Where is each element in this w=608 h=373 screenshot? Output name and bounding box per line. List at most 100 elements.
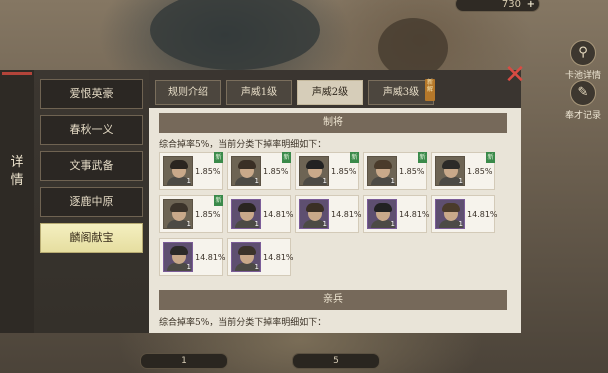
- nav-item-chunqiu[interactable]: 春秋一义: [40, 115, 143, 145]
- general-level: 1: [186, 177, 191, 185]
- portrait-hair: [238, 246, 256, 255]
- general-portrait: 1: [299, 156, 329, 186]
- tab-rules[interactable]: 规则介绍: [155, 80, 221, 105]
- magnifier-icon: ⚲: [570, 40, 596, 66]
- drop-rate-value: 1.85%: [195, 167, 221, 176]
- portrait-hair: [170, 203, 188, 212]
- drop-rate-value: 14.81%: [331, 210, 362, 219]
- portrait-hair: [306, 203, 324, 212]
- drop-rate-value: 14.81%: [467, 210, 498, 219]
- general-card[interactable]: 1 14.81%: [431, 195, 498, 233]
- general-card[interactable]: 1 1.85% 新: [363, 152, 427, 190]
- general-portrait: 1: [367, 156, 397, 186]
- general-portrait: 1: [367, 199, 397, 229]
- tab-level-3-label: 声威3级: [382, 87, 420, 98]
- section-desc-zhijiang: 综合掉率5%，当前分类下掉率明细如下：: [159, 140, 327, 150]
- general-level: 1: [458, 220, 463, 228]
- general-card[interactable]: 1 1.85% 新: [159, 152, 223, 190]
- general-portrait: 1: [163, 199, 193, 229]
- general-card[interactable]: 1 14.81%: [363, 195, 430, 233]
- scene-figure-warrior: [378, 18, 448, 78]
- nav-item-zhulu[interactable]: 逐鹿中原: [40, 187, 143, 217]
- general-card[interactable]: 1 1.85% 新: [295, 152, 359, 190]
- general-level: 1: [254, 263, 259, 271]
- new-badge: 新: [282, 152, 291, 163]
- details-side-tab-label: 详情: [10, 155, 24, 188]
- bottom-counter-2: 5: [292, 353, 380, 369]
- drop-rate-value: 14.81%: [263, 210, 294, 219]
- new-unlock-badge: 新解: [425, 79, 435, 101]
- level-tabs: 规则介绍 声威1级 声威2级 声威3级 新解: [149, 70, 521, 108]
- general-card[interactable]: 1 1.85% 新: [431, 152, 495, 190]
- drop-rate-content: 规则介绍 声威1级 声威2级 声威3级 新解 制将 综合掉率5%，当前分类下掉率…: [149, 70, 521, 333]
- drop-rate-value: 1.85%: [399, 167, 425, 176]
- general-portrait: 1: [231, 156, 261, 186]
- new-badge: 新: [486, 152, 495, 163]
- portrait-hair: [170, 160, 188, 169]
- general-level: 1: [186, 220, 191, 228]
- portrait-hair: [374, 160, 392, 169]
- general-level: 1: [322, 177, 327, 185]
- nav-item-aihen[interactable]: 爱恨英豪: [40, 79, 143, 109]
- recruit-record-label: 奉才记录: [564, 111, 601, 121]
- portrait-hair: [442, 203, 460, 212]
- resource-counter[interactable]: 730 +: [455, 0, 540, 12]
- category-nav: 爱恨英豪 春秋一义 文事武备 逐鹿中原 麟阁献宝: [34, 70, 150, 333]
- drop-rate-value: 1.85%: [331, 167, 357, 176]
- resource-value: 730: [501, 0, 521, 10]
- general-level: 1: [322, 220, 327, 228]
- section-title-qinbing: 亲兵: [159, 290, 507, 310]
- portrait-hair: [306, 160, 324, 169]
- general-portrait: 1: [435, 156, 465, 186]
- general-level: 1: [186, 263, 191, 271]
- add-resource-icon[interactable]: +: [527, 0, 535, 13]
- drop-rate-value: 14.81%: [195, 253, 226, 262]
- drop-rate-value: 1.85%: [263, 167, 289, 176]
- portrait-hair: [442, 160, 460, 169]
- tab-level-3[interactable]: 声威3级 新解: [368, 79, 435, 105]
- general-card[interactable]: 1 1.85% 新: [227, 152, 291, 190]
- drop-rate-value: 1.85%: [195, 210, 221, 219]
- general-level: 1: [254, 177, 259, 185]
- portrait-hair: [238, 203, 256, 212]
- drop-rate-value: 1.85%: [467, 167, 493, 176]
- section-title-zhijiang: 制将: [159, 113, 507, 133]
- general-portrait: 1: [163, 156, 193, 186]
- scene-figure-eagle: [150, 0, 320, 70]
- general-portrait: 1: [435, 199, 465, 229]
- general-portrait: 1: [231, 242, 261, 272]
- general-portrait: 1: [299, 199, 329, 229]
- drop-rate-value: 14.81%: [399, 210, 430, 219]
- general-card[interactable]: 1 14.81%: [159, 238, 226, 276]
- portrait-hair: [170, 246, 188, 255]
- bottom-counter-1-value: 1: [181, 356, 187, 366]
- tab-level-2[interactable]: 声威2级: [297, 80, 363, 105]
- general-card[interactable]: 1 1.85% 新: [159, 195, 223, 233]
- new-badge: 新: [214, 195, 223, 206]
- bottom-counter-1: 1: [140, 353, 228, 369]
- recruit-record-button[interactable]: ✎ 奉才记录: [561, 80, 605, 121]
- general-level: 1: [390, 220, 395, 228]
- details-side-tab[interactable]: 详情: [0, 70, 35, 333]
- nav-item-wenshi[interactable]: 文事武备: [40, 151, 143, 181]
- general-level: 1: [254, 220, 259, 228]
- new-badge: 新: [350, 152, 359, 163]
- portrait-hair: [374, 203, 392, 212]
- side-tab-accent: [2, 72, 32, 75]
- general-card[interactable]: 1 14.81%: [295, 195, 362, 233]
- general-card[interactable]: 1 14.81%: [227, 195, 294, 233]
- general-portrait: 1: [231, 199, 261, 229]
- pool-details-button[interactable]: ⚲ 卡池详情: [561, 40, 605, 81]
- nav-item-linge[interactable]: 麟阁献宝: [40, 223, 143, 253]
- bottom-counter-2-value: 5: [333, 356, 339, 366]
- new-badge: 新: [418, 152, 427, 163]
- general-level: 1: [458, 177, 463, 185]
- general-portrait: 1: [163, 242, 193, 272]
- section-desc-qinbing: 综合掉率5%，当前分类下掉率明细如下：: [159, 318, 327, 328]
- close-icon[interactable]: ✕: [502, 62, 528, 88]
- tab-level-1[interactable]: 声威1级: [226, 80, 292, 105]
- portrait-hair: [238, 160, 256, 169]
- general-card[interactable]: 1 14.81%: [227, 238, 294, 276]
- new-badge: 新: [214, 152, 223, 163]
- general-level: 1: [390, 177, 395, 185]
